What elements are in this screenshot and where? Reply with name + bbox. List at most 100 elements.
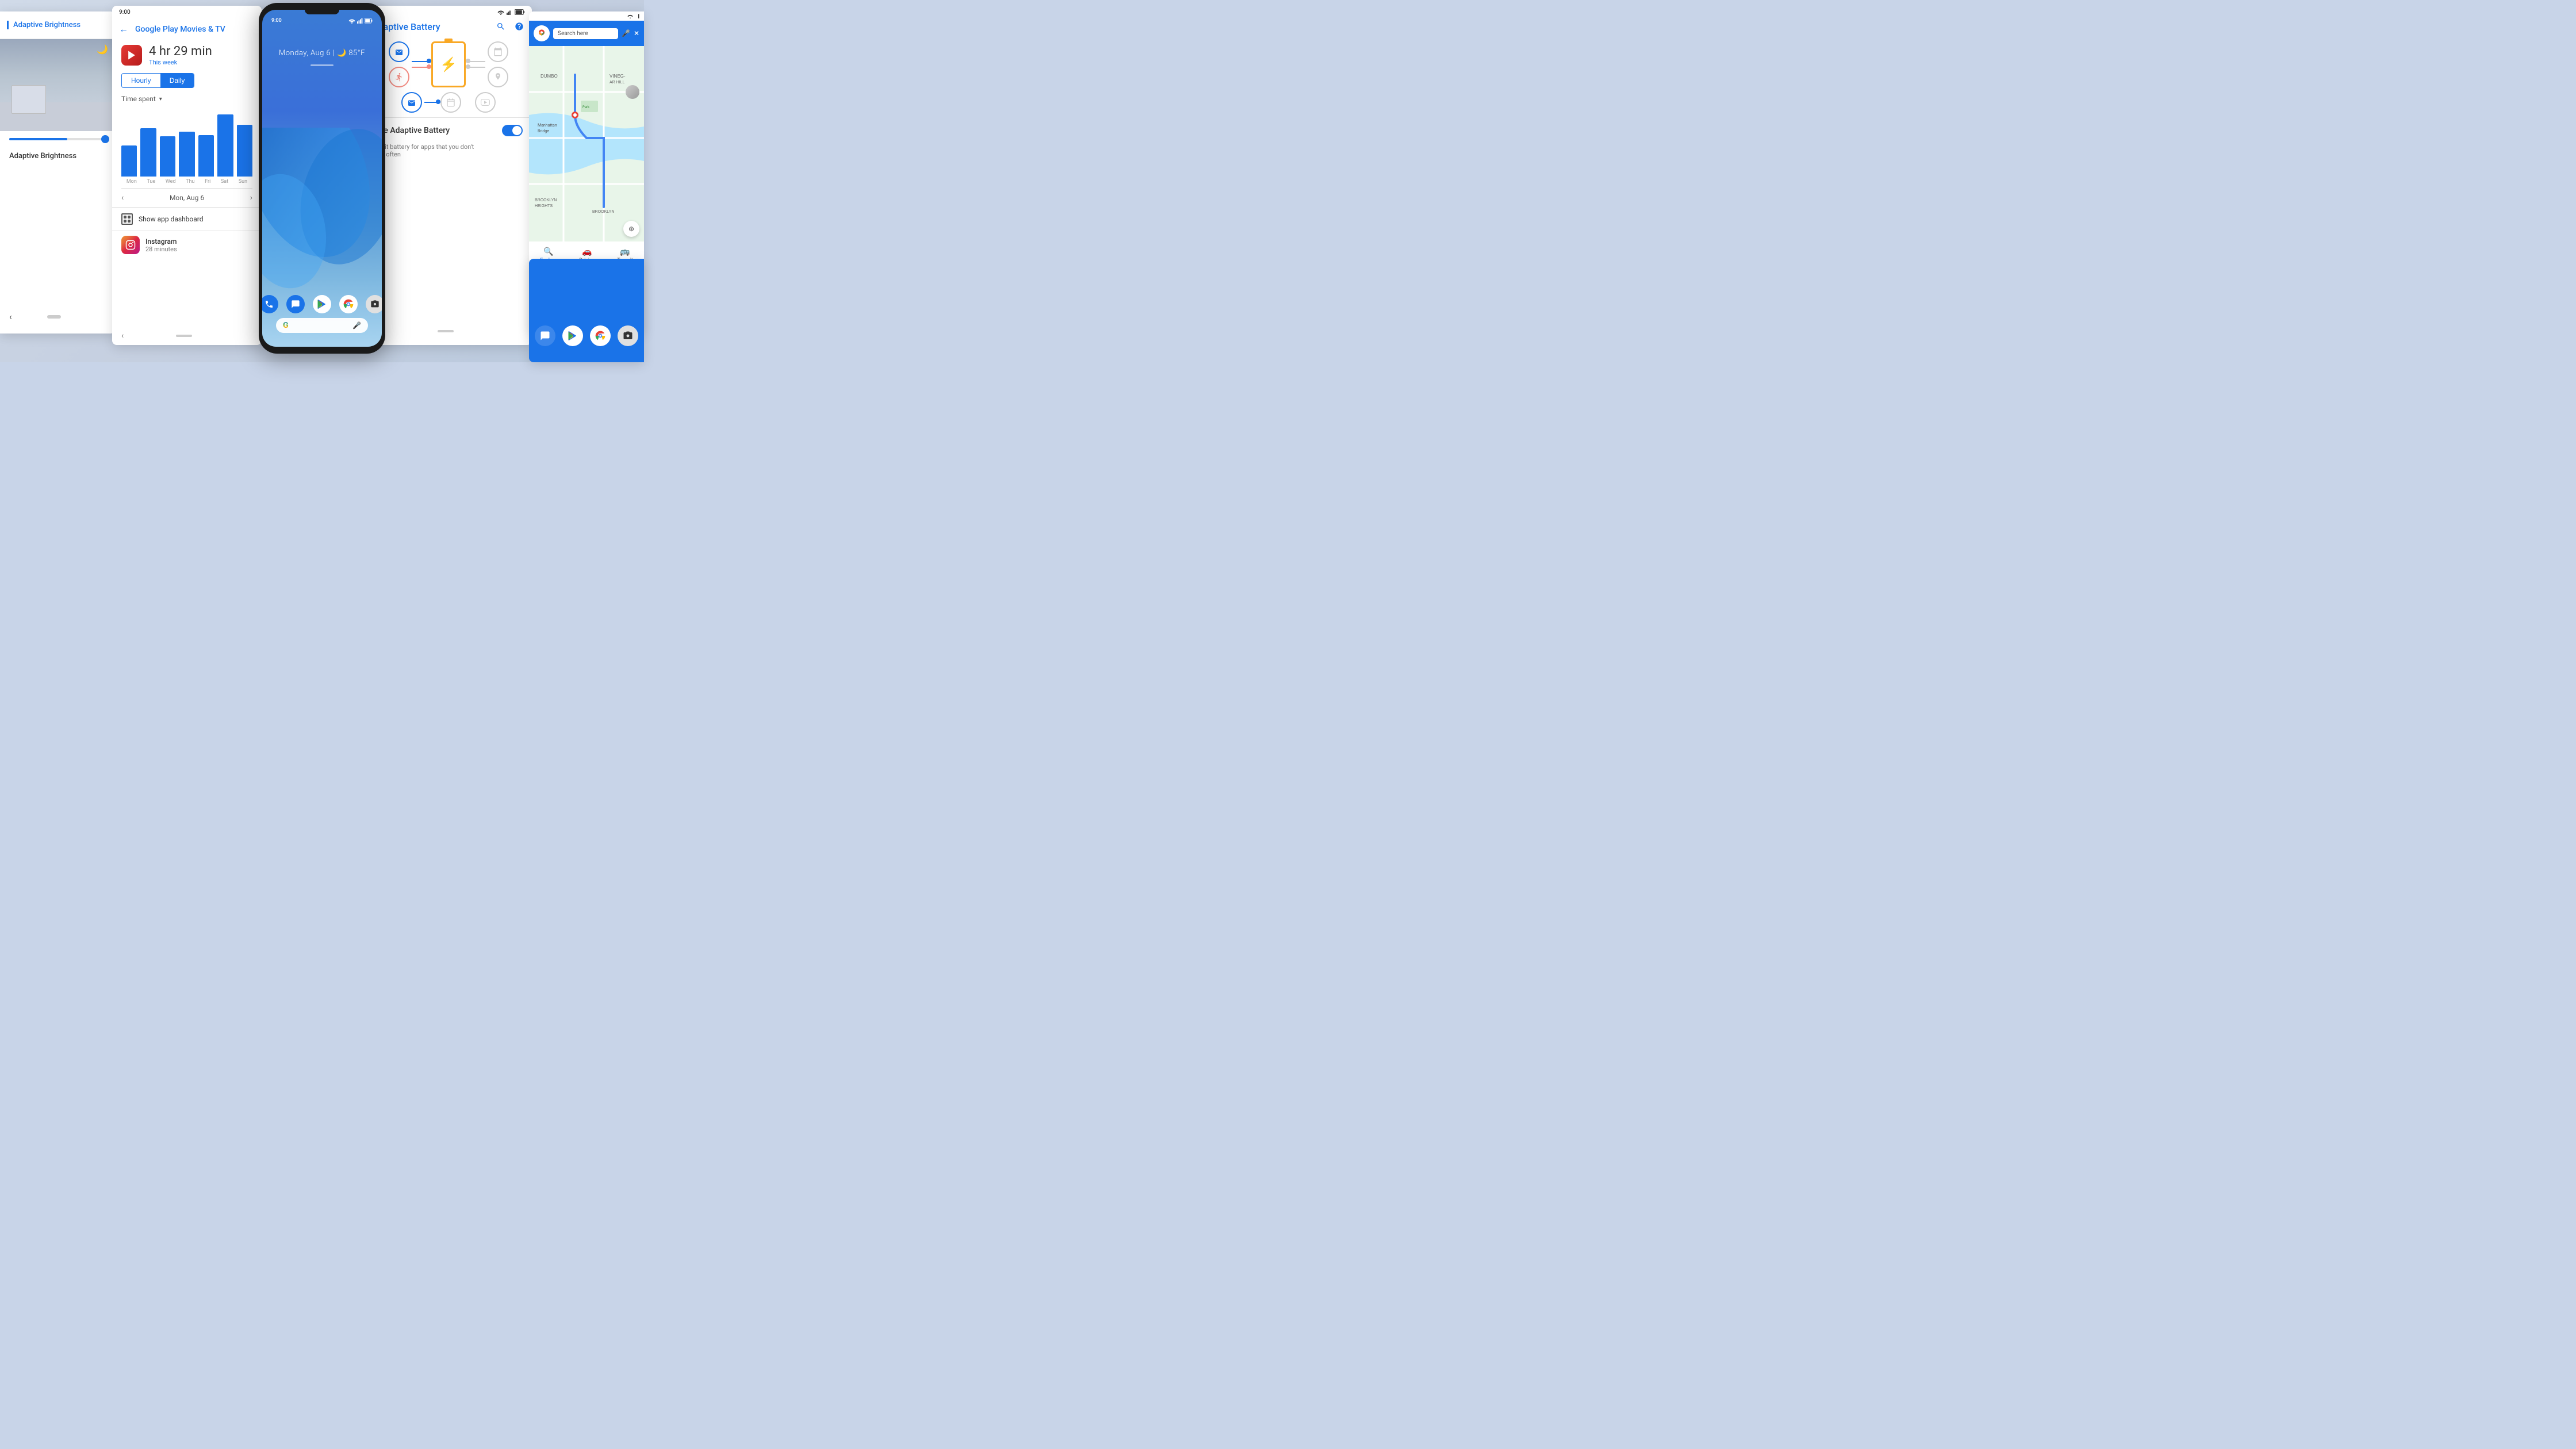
- transit-icon: 🚌: [620, 247, 630, 256]
- chart-bar-wed: [160, 136, 175, 177]
- maps-close-icon[interactable]: ✕: [634, 29, 639, 37]
- connector-calendar: [468, 61, 485, 62]
- time-spent-dropdown[interactable]: ▾: [159, 96, 162, 102]
- svg-text:BROOKLYN: BROOKLYN: [592, 210, 614, 214]
- time-spent-label: Time spent: [121, 95, 156, 103]
- hourly-toggle[interactable]: Hourly: [122, 74, 160, 87]
- battery-signal-icon: [507, 9, 512, 15]
- phone-app-play[interactable]: [313, 295, 331, 313]
- instagram-row[interactable]: Instagram 28 minutes: [112, 231, 262, 259]
- mic-icon[interactable]: 🎤: [352, 321, 361, 329]
- date-prev-button[interactable]: ‹: [121, 193, 124, 202]
- phone-app-chrome[interactable]: [339, 295, 358, 313]
- preview-camera[interactable]: [618, 325, 638, 346]
- movies-toolbar: ← Google Play Movies & TV: [112, 19, 262, 40]
- calendar-top-circle: [440, 92, 461, 113]
- maps-image[interactable]: DUMBO VINEG- AR HILL BROOKLYN HEIGHTS BR…: [529, 46, 644, 241]
- battery-toolbar-icons: [495, 21, 525, 32]
- preview-chrome[interactable]: [590, 325, 611, 346]
- battery-nav: ‹: [365, 322, 532, 340]
- battery-search-button[interactable]: [495, 21, 507, 32]
- movies-app-icon: [121, 45, 142, 66]
- maps-app-circle: [488, 67, 508, 87]
- maps-user-avatar: [626, 85, 639, 99]
- movies-duration-container: 4 hr 29 min This week: [149, 44, 212, 66]
- maps-status-bar: [529, 12, 644, 21]
- driving-icon: 🚗: [582, 247, 592, 256]
- phone-app-row-1: [262, 295, 382, 313]
- brightness-slider-track[interactable]: [9, 138, 106, 140]
- adaptive-battery-toggle[interactable]: [502, 125, 523, 136]
- svg-text:Bridge: Bridge: [538, 129, 549, 133]
- phone-date-weather: Monday, Aug 6 | 🌙 85°F: [262, 26, 382, 62]
- svg-text:Manhattan: Manhattan: [538, 123, 557, 128]
- chart-bar-mon: [121, 145, 137, 177]
- fitness-app-circle: [389, 67, 409, 87]
- battery-bolt-icon: ⚡: [440, 56, 457, 72]
- instagram-info: Instagram 28 minutes: [145, 237, 177, 253]
- battery-wifi-icon: [497, 9, 504, 15]
- chart-bar-tue: [140, 128, 156, 177]
- battery-main-icon: ⚡: [431, 41, 466, 87]
- use-adaptive-row: Use Adaptive Battery: [365, 118, 532, 143]
- phone-app-camera[interactable]: [366, 295, 382, 313]
- google-g-logo: G: [283, 321, 289, 330]
- mail-app-circle: [389, 41, 409, 62]
- battery-toolbar: Adaptive Battery: [365, 18, 532, 37]
- battery-icon: [365, 18, 373, 24]
- preview-play[interactable]: [562, 325, 583, 346]
- svg-text:VINEG-: VINEG-: [610, 74, 626, 79]
- brightness-nav: ‹: [0, 306, 115, 327]
- svg-text:AR HILL: AR HILL: [610, 80, 625, 85]
- use-adaptive-title: Use Adaptive Battery: [374, 126, 450, 135]
- maps-location-fab[interactable]: ⊕: [623, 221, 639, 237]
- maps-toolbar: Search here 🎤 ✕: [529, 21, 644, 46]
- date-next-button[interactable]: ›: [250, 193, 252, 202]
- preview-messages[interactable]: [535, 325, 555, 346]
- chart-label-sun: Sun: [239, 179, 247, 185]
- brightness-header: Adaptive Brightness: [0, 12, 115, 39]
- maps-search-input[interactable]: Search here: [553, 28, 618, 39]
- show-dashboard-row[interactable]: Show app dashboard: [112, 208, 262, 231]
- chart-bar-sat: [217, 114, 233, 177]
- phone-app-messages[interactable]: [286, 295, 305, 313]
- instagram-icon: [121, 236, 140, 254]
- brightness-slider-fill: [9, 138, 67, 140]
- movies-nav-prev[interactable]: ‹: [121, 331, 124, 340]
- instagram-time: 28 minutes: [145, 246, 177, 253]
- diagram-connectors-left: [412, 61, 429, 68]
- brightness-slider-container[interactable]: [0, 131, 115, 147]
- movies-app-row: 4 hr 29 min This week: [112, 40, 262, 71]
- show-dashboard-label: Show app dashboard: [139, 215, 203, 223]
- phone-dock: G 🎤: [262, 295, 382, 333]
- chart-label-fri: Fri: [205, 179, 210, 185]
- chart-label-sat: Sat: [221, 179, 228, 185]
- brightness-slider-thumb[interactable]: [101, 135, 109, 143]
- mail-top-circle: [401, 92, 422, 113]
- phone-app-phone[interactable]: [262, 295, 278, 313]
- movies-bottom-nav: ‹: [112, 331, 262, 340]
- maps-signal-icon: [635, 14, 639, 18]
- dashboard-icon: [121, 213, 133, 225]
- wifi-icon: [348, 18, 355, 24]
- chart-bars: [121, 108, 252, 177]
- chart-label-mon: Mon: [126, 179, 137, 185]
- phone-search-bar[interactable]: G 🎤: [276, 318, 368, 333]
- chart-bar-thu: [179, 132, 194, 177]
- movies-back-button[interactable]: ←: [119, 24, 128, 35]
- connector-maps: [468, 67, 485, 68]
- battery-help-button[interactable]: [513, 21, 525, 32]
- phone-home-indicator: [310, 64, 334, 66]
- svg-text:DUMBO: DUMBO: [540, 74, 558, 79]
- svg-text:HEIGHTS: HEIGHTS: [535, 204, 553, 208]
- chart-labels: Mon Tue Wed Thu Fri Sat Sun: [121, 179, 252, 185]
- brightness-panel: Adaptive Brightness 🌙 Adaptive Brightnes…: [0, 12, 115, 334]
- maps-mic-icon[interactable]: 🎤: [622, 29, 630, 37]
- phone-screen: 9:00: [262, 10, 382, 347]
- instagram-name: Instagram: [145, 237, 177, 246]
- phone-status-icons: [348, 18, 373, 24]
- battery-status-bar: [365, 6, 532, 18]
- daily-toggle[interactable]: Daily: [160, 74, 194, 87]
- brightness-nav-prev[interactable]: ‹: [9, 311, 12, 322]
- top-connector-1: [424, 102, 438, 103]
